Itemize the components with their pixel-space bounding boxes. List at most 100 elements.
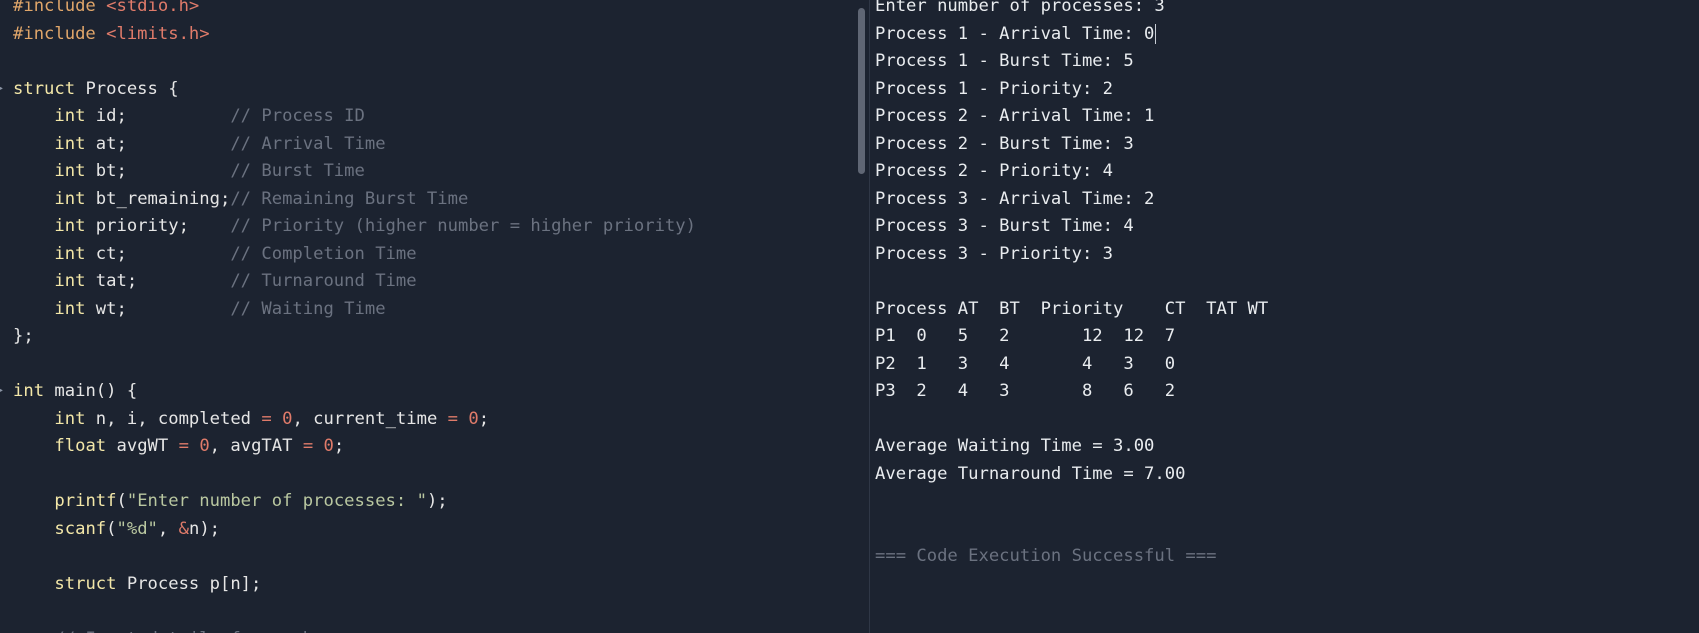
code-token: ( (106, 518, 117, 539)
code-token: 0 (468, 408, 479, 429)
code-token: & (178, 518, 189, 539)
output-line: Process AT BT Priority CT TAT WT (875, 296, 1268, 324)
code-line[interactable]: struct Process p[n]; (13, 571, 696, 599)
code-line[interactable] (13, 461, 696, 489)
output-text: Process 3 - Arrival Time: 2 (875, 188, 1155, 209)
code-token: ); (426, 491, 448, 511)
execution-status: === Code Execution Successful === (875, 543, 1268, 571)
code-token: #include (13, 23, 107, 44)
fold-marker-icon[interactable]: ‣ (0, 76, 4, 104)
output-line: P2 1 3 4 4 3 0 (875, 351, 1268, 379)
code-token: bt; (85, 161, 231, 181)
code-line[interactable]: }; (13, 323, 696, 351)
output-line: P1 0 5 2 12 12 7 (875, 323, 1268, 351)
code-token: at; (85, 133, 231, 154)
code-line[interactable]: int at; // Arrival Time (13, 131, 696, 159)
code-token: n, i, completed (85, 408, 262, 429)
output-line: Process 3 - Priority: 3 (875, 241, 1268, 269)
output-line (875, 268, 1268, 296)
output-text: Average Waiting Time = 3.00 (875, 436, 1155, 456)
code-token: priority; (85, 216, 231, 236)
code-line[interactable]: int ct; // Completion Time (13, 241, 696, 269)
code-line[interactable]: int bt_remaining;// Remaining Burst Time (13, 186, 696, 214)
code-token: Process p[n]; (116, 573, 262, 594)
code-token: n); (188, 518, 221, 539)
code-token: int (54, 133, 86, 154)
code-line[interactable]: #include <limits.h> (13, 21, 696, 49)
code-token: // Turnaround Time (230, 271, 417, 291)
code-token: <stdio.h> (106, 0, 200, 16)
code-token: struct (13, 78, 76, 99)
code-token: wt; (85, 298, 231, 319)
code-line[interactable]: struct Process { (13, 76, 696, 104)
code-line[interactable]: int priority; // Priority (higher number… (13, 213, 696, 241)
code-token: // Input details for each process (54, 629, 395, 633)
code-token: ct; (85, 243, 231, 264)
output-text: Process AT BT Priority CT TAT WT (875, 298, 1269, 319)
output-line (875, 516, 1268, 544)
fold-marker-icon[interactable]: ‣ (0, 378, 4, 406)
code-line[interactable]: int id; // Process ID (13, 103, 696, 131)
code-token: tat; (85, 271, 231, 291)
output-line: Average Waiting Time = 3.00 (875, 433, 1268, 461)
code-token: scanf (54, 518, 107, 539)
code-token: , current_time (292, 408, 448, 429)
output-text: Process 3 - Burst Time: 4 (875, 216, 1134, 236)
code-line[interactable]: int bt; // Burst Time (13, 158, 696, 186)
code-token: int (54, 216, 86, 236)
code-line[interactable]: scanf("%d", &n); (13, 516, 696, 544)
output-line: Process 2 - Arrival Time: 1 (875, 103, 1268, 131)
code-token: int (54, 298, 86, 319)
code-line[interactable]: float avgWT = 0, avgTAT = 0; (13, 433, 696, 461)
code-token: int (54, 161, 86, 181)
code-token: Process { (75, 78, 179, 99)
output-text: Process 1 - Arrival Time: 0 (875, 23, 1155, 44)
code-line[interactable] (13, 543, 696, 571)
editor-scrollbar[interactable] (858, 8, 865, 174)
code-line[interactable]: int n, i, completed = 0, current_time = … (13, 406, 696, 434)
output-text: Enter number of processes: 3 (875, 0, 1165, 16)
code-token: // Arrival Time (230, 133, 386, 154)
code-line[interactable]: int wt; // Waiting Time (13, 296, 696, 324)
code-token: // Process ID (230, 106, 365, 126)
code-line[interactable]: // Input details for each process (13, 626, 696, 633)
code-token: 0 (282, 408, 293, 429)
output-line (875, 406, 1268, 434)
output-text: Process 2 - Burst Time: 3 (875, 133, 1134, 154)
code-token: int (54, 106, 86, 126)
code-token: struct (54, 573, 117, 594)
output-text: Process 2 - Arrival Time: 1 (875, 106, 1155, 126)
output-line: Process 1 - Priority: 2 (875, 76, 1268, 104)
code-token: int (54, 271, 86, 291)
output-text: Process 1 - Priority: 2 (875, 78, 1113, 99)
code-line[interactable] (13, 48, 696, 76)
code-token: = (178, 436, 189, 456)
code-token: // Priority (higher number = higher prio… (230, 216, 696, 236)
code-line[interactable] (13, 598, 696, 626)
code-token: float (54, 436, 107, 456)
output-text: Process 1 - Burst Time: 5 (875, 51, 1134, 71)
code-line[interactable]: int tat; // Turnaround Time (13, 268, 696, 296)
code-token: <limits.h> (106, 23, 210, 44)
code-line[interactable]: printf("Enter number of processes: "); (13, 488, 696, 516)
code-token: }; (13, 326, 34, 346)
code-token: int (13, 381, 45, 401)
output-line: Process 3 - Arrival Time: 2 (875, 186, 1268, 214)
code-line[interactable]: int main() { (13, 378, 696, 406)
code-editor[interactable]: #include <stdio.h> #include <limits.h> st… (0, 0, 858, 633)
code-line[interactable] (13, 351, 696, 379)
output-text: Process 3 - Priority: 3 (875, 243, 1113, 264)
code-line[interactable]: #include <stdio.h> (13, 0, 696, 21)
code-lines[interactable]: #include <stdio.h> #include <limits.h> st… (13, 0, 696, 633)
